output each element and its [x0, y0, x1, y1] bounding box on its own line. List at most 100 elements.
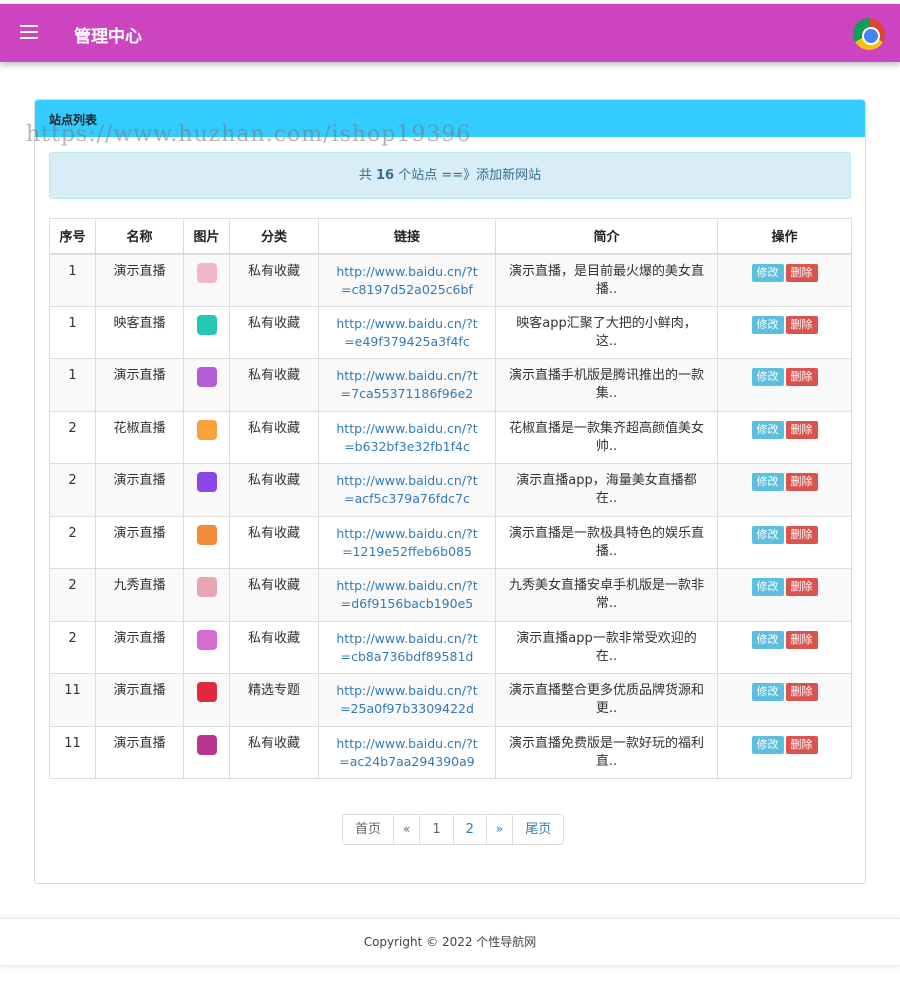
cell-image	[183, 305, 230, 359]
table-row: 11 演示直播 私有收藏 http://www.baidu.cn/?t=ac24b7a…	[49, 725, 852, 779]
table-row: 1 映客直播 私有收藏 http://www.baidu.cn/?t=e49f3794…	[49, 305, 852, 359]
delete-button[interactable]: 删除	[785, 263, 818, 282]
cell-no: 1	[49, 358, 96, 412]
cell-image	[183, 358, 230, 412]
delete-button[interactable]: 删除	[785, 683, 818, 701]
cell-name: 花椒直播	[95, 410, 184, 464]
cell-actions: 修改 删除	[717, 673, 852, 727]
header-intro: 简介	[495, 218, 718, 255]
cell-category: 私有收藏	[229, 253, 319, 307]
edit-button[interactable]: 修改	[751, 315, 784, 334]
edit-button[interactable]: 修改	[751, 420, 784, 439]
edit-button[interactable]: 修改	[751, 735, 784, 754]
cell-intro: 演示直播手机版是腾讯推出的一款集..	[495, 358, 718, 412]
edit-button[interactable]: 修改	[751, 578, 784, 596]
table-row: 2 九秀直播 私有收藏 http://www.baidu.cn/?t=d6f9156b…	[49, 568, 852, 622]
cell-actions: 修改 删除	[717, 515, 852, 569]
cell-link[interactable]: http://www.baidu.cn/?t=e49f379425a3f4fc	[318, 305, 496, 359]
page-1[interactable]: 1	[420, 815, 454, 844]
alert-prefix: 共	[358, 168, 376, 183]
cell-name: 九秀直播	[95, 568, 184, 622]
edit-button[interactable]: 修改	[751, 368, 784, 386]
page-prev[interactable]: «	[394, 815, 421, 844]
cell-intro: 映客app汇聚了大把的小鲜肉，这..	[495, 305, 718, 359]
delete-button[interactable]: 删除	[785, 525, 818, 544]
delete-button[interactable]: 删除	[785, 368, 818, 386]
header-actions: 操作	[717, 218, 852, 255]
edit-button[interactable]: 修改	[751, 263, 784, 282]
delete-button[interactable]: 删除	[785, 630, 818, 649]
cell-image	[183, 725, 230, 779]
table-row: 2 演示直播 私有收藏 http://www.baidu.cn/?t=cb8a736b…	[49, 620, 852, 674]
cell-actions: 修改 删除	[717, 568, 852, 622]
cell-intro: 九秀美女直播安卓手机版是一款非常..	[495, 568, 718, 622]
cell-category: 私有收藏	[229, 568, 319, 622]
cell-category: 私有收藏	[229, 358, 319, 412]
delete-button[interactable]: 删除	[785, 420, 818, 439]
cell-link[interactable]: http://www.baidu.cn/?t=1219e52ffeb6b085	[318, 515, 496, 569]
table-header-row: 序号 名称 图片 分类 链接 简介 操作	[49, 218, 852, 255]
cell-name: 演示直播	[95, 725, 184, 779]
cell-image	[183, 568, 230, 622]
cell-name: 演示直播	[95, 620, 184, 674]
header-category: 分类	[229, 218, 319, 255]
cell-link[interactable]: http://www.baidu.cn/?t=acf5c379a76fdc7c	[318, 463, 496, 517]
cell-intro: 花椒直播是一款集齐超高颜值美女帅..	[495, 410, 718, 464]
page-last[interactable]: 尾页	[513, 815, 563, 844]
cell-no: 1	[49, 305, 96, 359]
delete-button[interactable]: 删除	[785, 315, 818, 334]
cell-actions: 修改 删除	[717, 463, 852, 517]
cell-intro: 演示直播免费版是一款好玩的福利直..	[495, 725, 718, 779]
cell-link[interactable]: http://www.baidu.cn/?t=ac24b7aa294390a9	[318, 725, 496, 779]
header-image: 图片	[183, 218, 230, 255]
site-thumbnail-icon	[196, 314, 217, 335]
cell-category: 精选专题	[229, 673, 319, 727]
cell-link[interactable]: http://www.baidu.cn/?t=cb8a736bdf89581d	[318, 620, 496, 674]
edit-button[interactable]: 修改	[751, 630, 784, 649]
table-row: 1 演示直播 私有收藏 http://www.baidu.cn/?t=7ca55371…	[49, 358, 852, 412]
cell-name: 演示直播	[95, 253, 184, 307]
table-row: 11 演示直播 精选专题 http://www.baidu.cn/?t=25a0f97…	[49, 673, 852, 727]
cell-link[interactable]: http://www.baidu.cn/?t=7ca55371186f96e2	[318, 358, 496, 412]
cell-category: 私有收藏	[229, 620, 319, 674]
cell-actions: 修改 删除	[717, 305, 852, 359]
add-site-link[interactable]: 添加新网站	[476, 168, 541, 183]
header-link: 链接	[318, 218, 496, 255]
delete-button[interactable]: 删除	[785, 735, 818, 754]
delete-button[interactable]: 删除	[785, 473, 818, 491]
cell-image	[183, 673, 230, 727]
cell-link[interactable]: http://www.baidu.cn/?t=d6f9156bacb190e5	[318, 568, 496, 622]
cell-actions: 修改 删除	[717, 253, 852, 307]
chrome-icon[interactable]	[853, 18, 885, 50]
table-row: 2 演示直播 私有收藏 http://www.baidu.cn/?t=acf5c379…	[49, 463, 852, 517]
cell-image	[183, 463, 230, 517]
cell-link[interactable]: http://www.baidu.cn/?t=25a0f97b3309422d	[318, 673, 496, 727]
hamburger-menu-icon[interactable]	[20, 25, 38, 39]
site-thumbnail-icon	[196, 734, 217, 755]
cell-category: 私有收藏	[229, 515, 319, 569]
cell-no: 2	[49, 568, 96, 622]
cell-no: 2	[49, 515, 96, 569]
cell-intro: 演示直播app一款非常受欢迎的在..	[495, 620, 718, 674]
cell-link[interactable]: http://www.baidu.cn/?t=c8197d52a025c6bf	[318, 253, 496, 307]
page-first[interactable]: 首页	[343, 815, 395, 844]
cell-actions: 修改 删除	[717, 620, 852, 674]
table-row: 2 演示直播 私有收藏 http://www.baidu.cn/?t=1219e52f…	[49, 515, 852, 569]
cell-image	[183, 515, 230, 569]
delete-button[interactable]: 删除	[785, 578, 818, 596]
page-next[interactable]: »	[487, 815, 514, 844]
cell-no: 1	[49, 253, 96, 307]
edit-button[interactable]: 修改	[751, 683, 784, 701]
cell-actions: 修改 删除	[717, 358, 852, 412]
cell-actions: 修改 删除	[717, 410, 852, 464]
cell-intro: 演示直播，是目前最火爆的美女直播..	[495, 253, 718, 307]
site-list-panel: 站点列表 https://www.huzhan.com/ishop19396 共…	[26, 99, 866, 884]
edit-button[interactable]: 修改	[751, 473, 784, 491]
cell-no: 2	[49, 410, 96, 464]
page-2[interactable]: 2	[454, 815, 487, 844]
cell-category: 私有收藏	[229, 305, 319, 359]
cell-link[interactable]: http://www.baidu.cn/?t=b632bf3e32fb1f4c	[318, 410, 496, 464]
watermark-text: https://www.huzhan.com/ishop19396	[26, 122, 472, 147]
site-thumbnail-icon	[196, 419, 217, 440]
edit-button[interactable]: 修改	[751, 525, 784, 544]
